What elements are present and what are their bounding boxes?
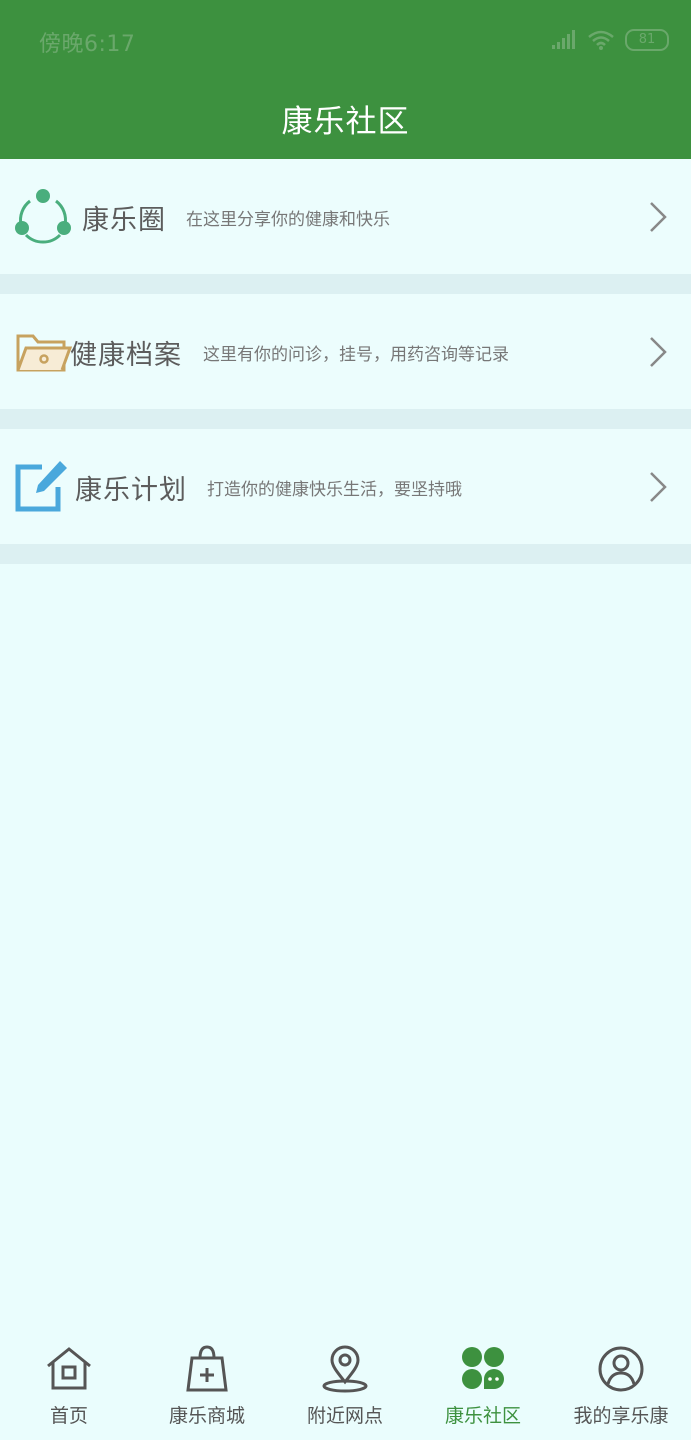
tab-shop[interactable]: 康乐商城 bbox=[138, 1330, 276, 1440]
tab-label: 康乐社区 bbox=[444, 1405, 521, 1427]
home-icon bbox=[47, 1347, 91, 1390]
community-icon bbox=[462, 1347, 504, 1389]
menu-item-description: 在这里分享你的健康和快乐 bbox=[186, 210, 390, 230]
status-icons: 81 bbox=[551, 28, 669, 52]
tab-label: 康乐商城 bbox=[168, 1405, 245, 1427]
shopping-bag-icon bbox=[186, 1345, 228, 1392]
menu-item-title: 健康档案 bbox=[70, 340, 182, 371]
menu-item-title: 康乐圈 bbox=[82, 205, 166, 236]
chevron-right-icon bbox=[650, 337, 667, 367]
tab-community[interactable]: 康乐社区 bbox=[414, 1330, 552, 1440]
edit-note-icon bbox=[15, 461, 67, 512]
app-header: 傍晚6:17 81 康乐社区 bbox=[0, 0, 691, 159]
folder-icon bbox=[16, 334, 72, 372]
tab-label: 附近网点 bbox=[306, 1405, 383, 1427]
menu-item-kangle-circle[interactable]: 康乐圈 在这里分享你的健康和快乐 bbox=[0, 159, 691, 274]
section-divider bbox=[0, 274, 691, 294]
user-profile-icon bbox=[598, 1346, 644, 1392]
menu-item-description: 打造你的健康快乐生活，要坚持哦 bbox=[207, 480, 462, 500]
tab-nearby[interactable]: 附近网点 bbox=[276, 1330, 414, 1440]
battery-indicator: 81 bbox=[625, 29, 669, 51]
section-divider bbox=[0, 544, 691, 564]
section-divider bbox=[0, 409, 691, 429]
wifi-icon bbox=[588, 30, 614, 50]
share-circle-icon bbox=[15, 189, 71, 244]
menu-item-health-records[interactable]: 健康档案 这里有你的问诊，挂号，用药咨询等记录 bbox=[0, 294, 691, 409]
tab-profile[interactable]: 我的享乐康 bbox=[552, 1330, 690, 1440]
menu-item-description: 这里有你的问诊，挂号，用药咨询等记录 bbox=[203, 345, 509, 365]
tab-label: 首页 bbox=[49, 1405, 88, 1427]
location-pin-icon bbox=[322, 1345, 368, 1393]
chevron-right-icon bbox=[650, 472, 667, 502]
tab-label: 我的享乐康 bbox=[573, 1405, 669, 1427]
bottom-tab-bar: 首页 康乐商城 附近网点 康乐社区 我的享乐康 bbox=[0, 1330, 691, 1440]
chevron-right-icon bbox=[650, 202, 667, 232]
page-title: 康乐社区 bbox=[281, 104, 410, 140]
signal-bars-icon bbox=[552, 30, 575, 49]
menu-item-title: 康乐计划 bbox=[75, 475, 187, 506]
menu-item-kangle-plan[interactable]: 康乐计划 打造你的健康快乐生活，要坚持哦 bbox=[0, 429, 691, 544]
tab-home[interactable]: 首页 bbox=[0, 1330, 138, 1440]
status-time: 傍晚6:17 bbox=[39, 32, 136, 57]
